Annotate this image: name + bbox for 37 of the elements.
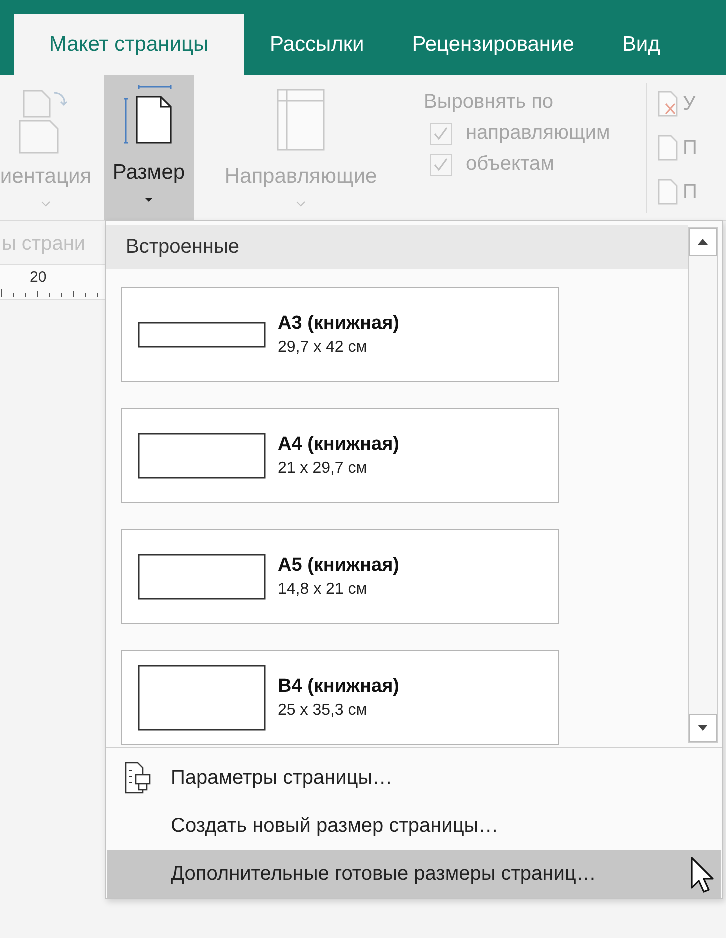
- page-thumbnail-icon: [138, 432, 266, 478]
- ribbon-tab[interactable]: Рецензирование: [390, 14, 596, 75]
- menu-item[interactable]: Параметры страницы…: [107, 754, 721, 802]
- ribbon-tab[interactable]: Рассылки: [248, 14, 386, 75]
- ribbon-tab[interactable]: Макет страницы: [14, 14, 244, 75]
- scrollbar[interactable]: [688, 227, 718, 743]
- chevron-icon: [296, 201, 306, 207]
- page-size-option[interactable]: А4 (книжная) 21 x 29,7 см: [121, 408, 559, 503]
- chevron-icon: [41, 201, 51, 207]
- page-thumbnail-icon: [138, 664, 266, 730]
- checkbox[interactable]: [430, 122, 452, 144]
- page-thumbnail-icon: [138, 322, 266, 348]
- align-title: Выровнять по: [424, 91, 555, 114]
- checkbox-label: направляющим: [466, 122, 610, 145]
- page-size-option[interactable]: В4 (книжная) 25 x 35,3 см: [121, 650, 559, 745]
- mouse-cursor-icon: [690, 856, 714, 894]
- menu-item[interactable]: Создать новый размер страницы…: [107, 802, 721, 850]
- page-size-option[interactable]: А3 (книжная) 29,7 x 42 см: [121, 287, 559, 382]
- command-label: У: [683, 92, 696, 116]
- command-label: П: [683, 180, 698, 204]
- page-thumbnail-icon: [138, 554, 266, 600]
- command-label: П: [683, 136, 698, 160]
- scroll-up-icon[interactable]: [689, 228, 717, 256]
- menu-item[interactable]: Дополнительные готовые размеры страниц…: [107, 850, 721, 898]
- checkbox-label: объектам: [466, 153, 554, 176]
- ruler-number: 20: [30, 269, 47, 286]
- section-header: Встроенные: [106, 225, 688, 269]
- size-button[interactable]: Размер: [104, 75, 194, 220]
- caret-icon: [144, 197, 154, 203]
- orientation-label: иентация: [0, 165, 92, 189]
- guides-label: Направляющие: [224, 165, 378, 189]
- scroll-down-icon[interactable]: [689, 714, 717, 742]
- guides-icon: [277, 89, 325, 151]
- page-size-option[interactable]: А5 (книжная) 14,8 x 21 см: [121, 529, 559, 624]
- ribbon-tab[interactable]: Вид: [600, 14, 682, 75]
- page-size-icon: [123, 85, 175, 147]
- checkbox[interactable]: [430, 154, 452, 176]
